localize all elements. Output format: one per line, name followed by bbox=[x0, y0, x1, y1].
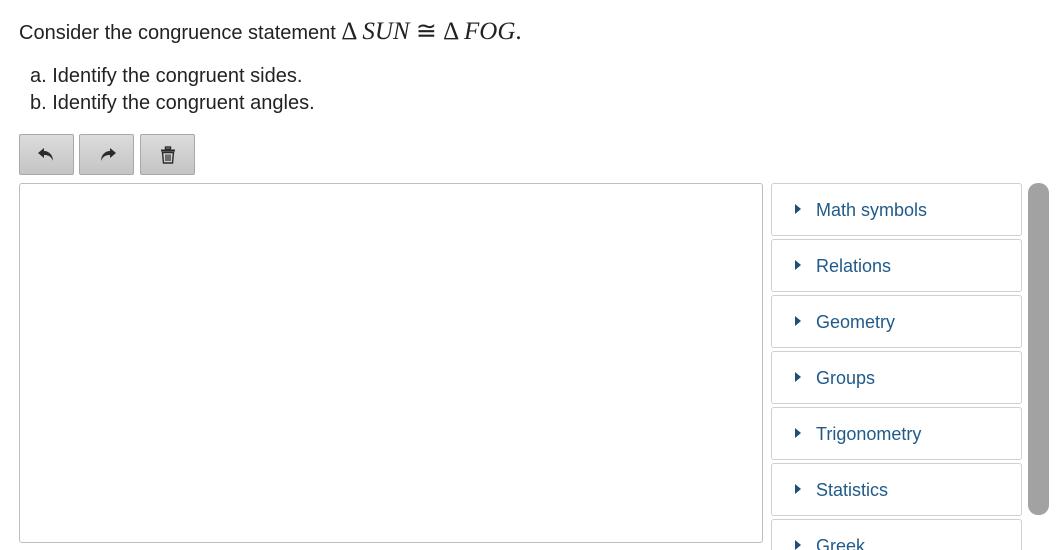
palette-statistics[interactable]: Statistics bbox=[771, 463, 1022, 516]
palette-geometry[interactable]: Geometry bbox=[771, 295, 1022, 348]
caret-right-icon bbox=[795, 428, 801, 438]
delete-button[interactable] bbox=[140, 134, 195, 175]
trash-icon bbox=[160, 145, 176, 164]
caret-right-icon bbox=[795, 204, 801, 214]
caret-right-icon bbox=[795, 316, 801, 326]
undo-button[interactable] bbox=[19, 134, 74, 175]
symbol-palette: Math symbols Relations Geometry Groups T… bbox=[771, 183, 1022, 550]
palette-label: Geometry bbox=[816, 312, 896, 332]
statement-period: . bbox=[515, 18, 522, 45]
palette-label: Greek bbox=[816, 536, 866, 550]
palette-label: Groups bbox=[816, 368, 876, 388]
part-a: a. Identify the congruent sides. bbox=[30, 65, 303, 87]
palette-label: Statistics bbox=[816, 480, 889, 500]
redo-button[interactable] bbox=[79, 134, 134, 175]
question-parts: a. Identify the congruent sides. b. Iden… bbox=[30, 63, 315, 117]
answer-editor[interactable] bbox=[19, 183, 763, 543]
triangle-sun: SUN bbox=[362, 18, 410, 45]
caret-right-icon bbox=[795, 540, 801, 550]
palette-groups[interactable]: Groups bbox=[771, 351, 1022, 404]
palette-relations[interactable]: Relations bbox=[771, 239, 1022, 292]
triangle-symbol-1: Δ bbox=[341, 18, 357, 45]
redo-icon bbox=[97, 147, 117, 163]
palette-scrollbar-thumb[interactable] bbox=[1028, 183, 1049, 515]
congruence-expression: Δ SUN ≅ Δ FOG. bbox=[341, 18, 521, 45]
palette-math-symbols[interactable]: Math symbols bbox=[771, 183, 1022, 236]
part-b: b. Identify the congruent angles. bbox=[30, 92, 315, 114]
triangle-fog: FOG bbox=[464, 18, 516, 45]
caret-right-icon bbox=[795, 372, 801, 382]
question-statement: Consider the congruence statement Δ SUN … bbox=[19, 16, 522, 49]
undo-icon bbox=[37, 147, 57, 163]
caret-right-icon bbox=[795, 260, 801, 270]
triangle-symbol-2: Δ bbox=[443, 18, 458, 45]
palette-label: Trigonometry bbox=[816, 424, 922, 444]
palette-label: Math symbols bbox=[816, 200, 928, 220]
question-intro: Consider the congruence statement bbox=[19, 22, 336, 44]
palette-trigonometry[interactable]: Trigonometry bbox=[771, 407, 1022, 460]
palette-greek[interactable]: Greek bbox=[771, 519, 1022, 550]
caret-right-icon bbox=[795, 484, 801, 494]
palette-label: Relations bbox=[816, 256, 892, 276]
congruent-symbol: ≅ bbox=[415, 18, 437, 45]
